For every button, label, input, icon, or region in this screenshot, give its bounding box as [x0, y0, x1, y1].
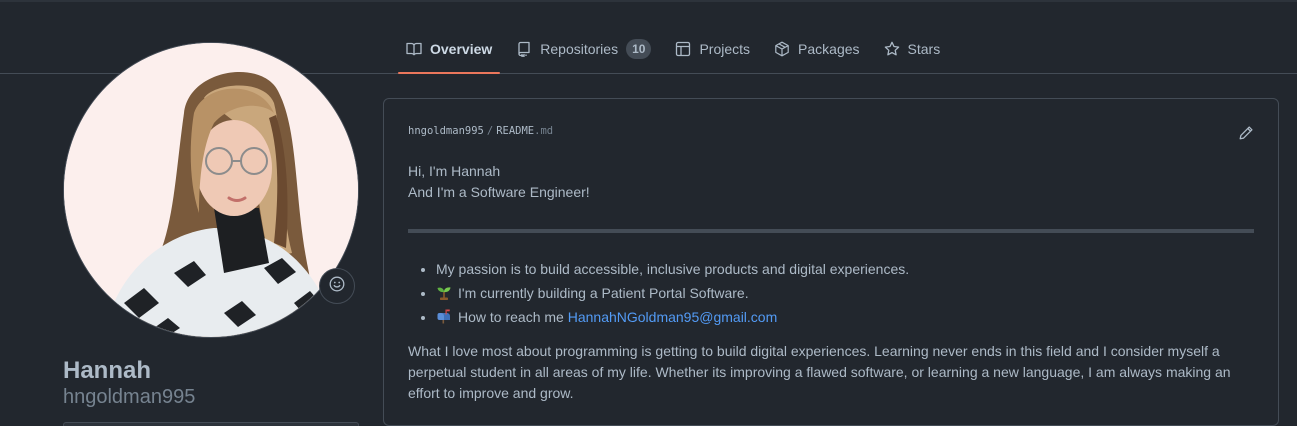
repo-icon — [516, 41, 532, 57]
tab-projects-label: Projects — [699, 40, 751, 57]
avatar[interactable] — [63, 42, 359, 338]
tab-packages[interactable]: Packages — [766, 24, 867, 73]
tab-packages-label: Packages — [798, 40, 860, 57]
bullet-reach-label: How to reach me — [458, 309, 564, 325]
readme-divider — [408, 229, 1254, 233]
readme-bullet-list: My passion is to build accessible, inclu… — [408, 257, 1254, 329]
table-icon — [675, 41, 691, 57]
bullet-passion: My passion is to build accessible, inclu… — [436, 261, 910, 277]
readme-path: hngoldman995/README.md — [408, 125, 553, 137]
list-item: I'm currently building a Patient Portal … — [436, 281, 1254, 305]
list-item: My passion is to build accessible, inclu… — [436, 257, 1254, 281]
readme-owner-link[interactable]: hngoldman995 — [408, 125, 484, 137]
readme-file-link[interactable]: README.md — [496, 125, 553, 137]
edit-profile-button[interactable] — [63, 422, 359, 426]
pencil-icon[interactable] — [1238, 125, 1254, 141]
readme-file-ext: .md — [534, 125, 554, 137]
header-strip — [0, 0, 1297, 2]
path-separator: / — [486, 125, 494, 137]
status-button[interactable] — [319, 268, 355, 304]
package-icon — [774, 41, 790, 57]
tab-stars[interactable]: Stars — [876, 24, 949, 73]
smiley-icon — [329, 276, 345, 297]
bullet-building: I'm currently building a Patient Portal … — [458, 285, 749, 301]
book-icon — [406, 41, 422, 57]
tab-overview[interactable]: Overview — [398, 24, 501, 74]
tab-stars-label: Stars — [907, 40, 941, 57]
profile-page: Overview Repositories 10 Projects Packag… — [0, 0, 1297, 426]
tab-overview-label: Overview — [430, 40, 493, 57]
tab-repositories[interactable]: Repositories 10 — [508, 24, 659, 73]
repositories-count-badge: 10 — [626, 38, 652, 59]
readme-content: Hi, I'm Hannah And I'm a Software Engine… — [408, 161, 1254, 404]
star-icon — [884, 41, 900, 57]
readme-box: hngoldman995/README.md Hi, I'm Hannah An… — [383, 98, 1279, 426]
tab-projects[interactable]: Projects — [667, 24, 758, 73]
nav-tabs: Overview Repositories 10 Projects Packag… — [398, 24, 956, 74]
profile-name: Hannah — [63, 357, 152, 384]
readme-greeting: Hi, I'm Hannah — [408, 163, 501, 179]
readme-role: And I'm a Software Engineer! — [408, 184, 590, 200]
seedling-icon — [436, 283, 452, 300]
mailbox-icon — [436, 307, 452, 324]
avatar-photo — [64, 43, 358, 337]
readme-file-base: README — [496, 125, 535, 137]
readme-paragraph: What I love most about programming is ge… — [408, 343, 1231, 401]
avatar-container — [63, 42, 359, 338]
profile-login: hngoldman995 — [63, 386, 196, 408]
list-item: How to reach me HannahNGoldman95@gmail.c… — [436, 305, 1254, 329]
tab-repositories-label: Repositories — [540, 40, 619, 57]
email-link[interactable]: HannahNGoldman95@gmail.com — [568, 309, 778, 325]
